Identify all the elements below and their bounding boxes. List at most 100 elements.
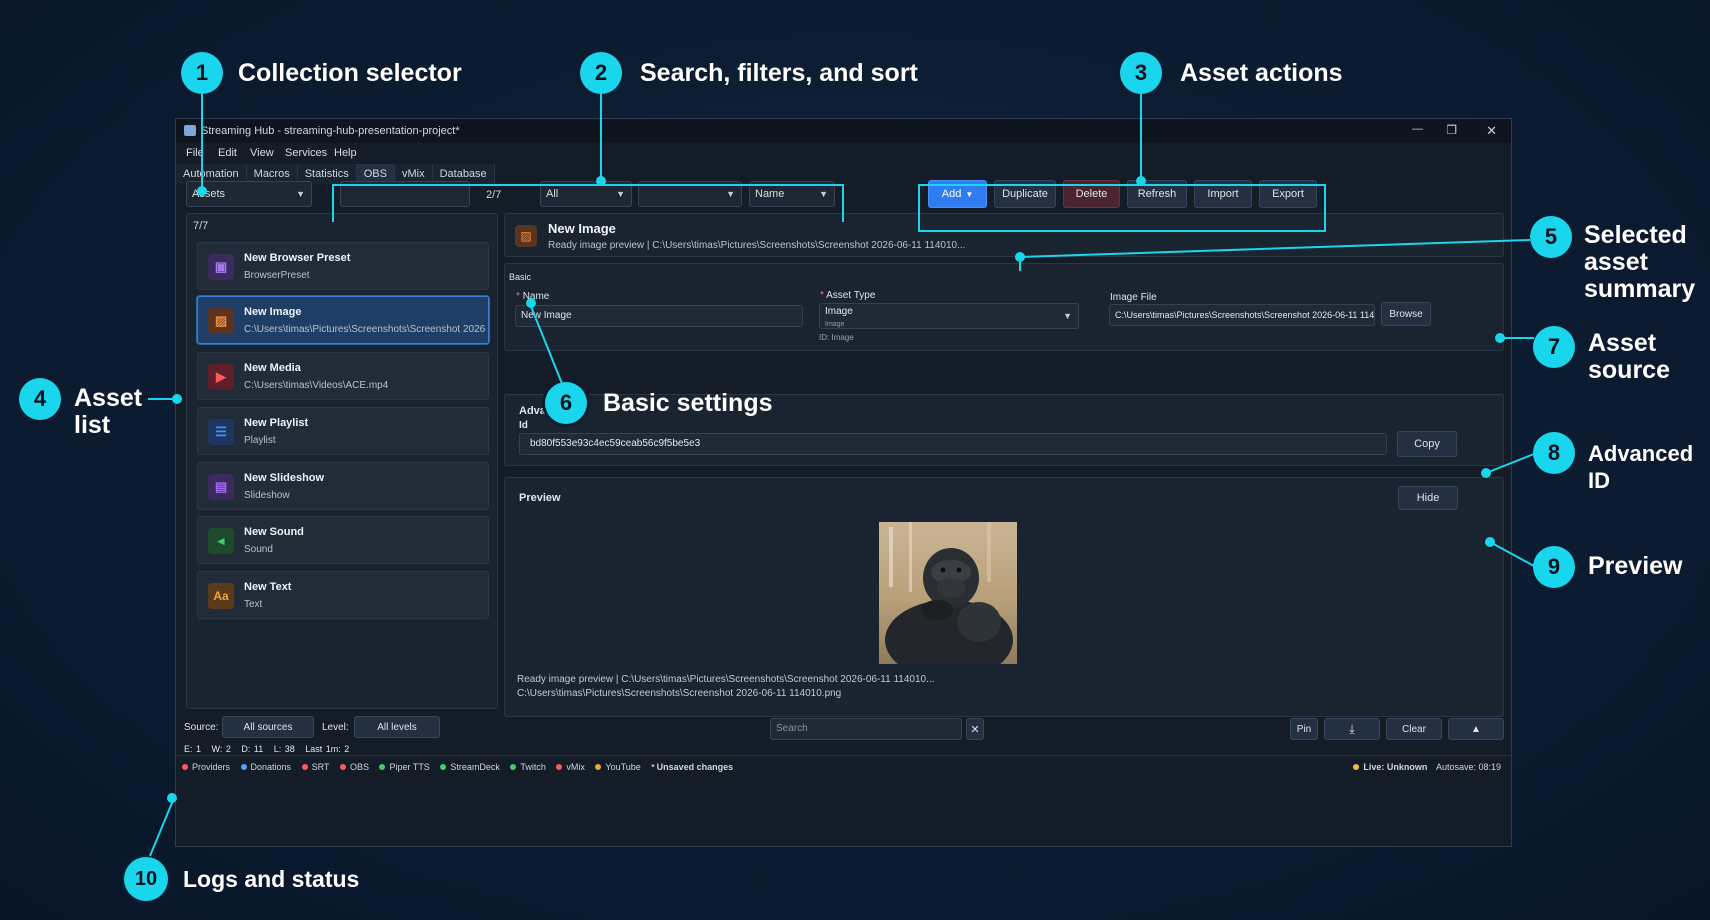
title-bar: Streaming Hub - streaming-hub-presentati… <box>176 119 1511 143</box>
asset-name: New Media <box>244 362 301 374</box>
unsaved-changes-indicator: * Unsaved changes <box>651 762 733 772</box>
status-srt[interactable]: SRT <box>301 762 329 772</box>
preview-section-title: Preview <box>519 492 561 504</box>
asset-sub: C:\Users\timas\Videos\ACE.mp4 <box>244 380 389 391</box>
status-dot-icon <box>379 763 386 770</box>
callout-bracket-2-right <box>842 184 844 222</box>
asset-item-playlist[interactable]: ☰ New Playlist Playlist <box>197 407 489 455</box>
callout-5-line2: asset <box>1584 248 1648 276</box>
status-piper-tts[interactable]: Piper TTS <box>379 762 430 772</box>
callout-badge-3: 3 <box>1120 52 1162 94</box>
status-label: YouTube <box>605 762 641 772</box>
level-label: Level: <box>322 722 349 733</box>
asset-item-media[interactable]: ▶ New Media C:\Users\timas\Videos\ACE.mp… <box>197 352 489 400</box>
image-icon: ▨ <box>515 225 537 247</box>
asset-type-label: * Asset Type <box>820 290 876 301</box>
id-field[interactable]: bd80f553e93c4ec59ceab56c9f5be5e3 <box>519 433 1387 455</box>
callout-badge-4: 4 <box>19 378 61 420</box>
asset-item-slideshow[interactable]: ▤ New Slideshow Slideshow <box>197 462 489 510</box>
callout-badge-8: 8 <box>1533 432 1575 474</box>
callout-badge-10: 10 <box>124 857 168 901</box>
browse-button[interactable]: Browse <box>1381 302 1431 326</box>
callout-5-line1: Selected <box>1584 221 1687 249</box>
callout-line-7 <box>1500 337 1534 339</box>
asset-name: New Text <box>244 581 292 593</box>
collapse-logs-icon[interactable]: ▲ <box>1448 718 1504 740</box>
asset-item-sound[interactable]: ◂ New Sound Sound <box>197 516 489 564</box>
callout-bracket-2-left <box>332 184 334 222</box>
asset-sub: BrowserPreset <box>244 270 310 281</box>
status-streamdeck[interactable]: StreamDeck <box>440 762 500 772</box>
asset-name: New Sound <box>244 526 304 538</box>
callout-title-asset-list: Asset list <box>74 385 142 439</box>
id-label: Id <box>519 420 528 431</box>
asset-sub: Slideshow <box>244 490 290 501</box>
source-filter[interactable]: All sources <box>222 716 314 738</box>
menu-services[interactable]: Services <box>285 147 327 159</box>
callout-badge-7: 7 <box>1533 326 1575 368</box>
callout-line-2 <box>600 94 602 180</box>
status-dot-icon <box>440 763 447 770</box>
asset-name: New Slideshow <box>244 472 325 484</box>
log-counts: E: 1 W: 2 D: 11 L: 38 Last 1m: 2 <box>184 744 350 754</box>
image-icon: ▨ <box>208 308 234 334</box>
window-title: Streaming Hub - streaming-hub-presentati… <box>201 125 460 137</box>
asset-type-select[interactable]: Image Image ▼ <box>819 303 1079 329</box>
status-label: Donations <box>250 762 292 772</box>
asset-item-text[interactable]: Aa New Text Text <box>197 571 489 619</box>
status-providers[interactable]: Providers <box>182 762 230 772</box>
preview-image <box>879 522 1017 664</box>
asset-sub: C:\Users\timas\Pictures\Screenshots\Scre… <box>244 324 486 335</box>
asset-item-browser-preset[interactable]: ▣ New Browser Preset BrowserPreset <box>197 242 489 290</box>
restore-icon[interactable]: ❐ <box>1446 123 1457 137</box>
callout-7-line2: source <box>1588 356 1670 384</box>
callout-bracket-2-top <box>332 184 844 186</box>
minimize-icon[interactable]: — <box>1412 123 1423 135</box>
status-label: Providers <box>192 762 231 772</box>
menu-edit[interactable]: Edit <box>218 147 237 159</box>
download-icon[interactable]: ⤓ <box>1324 718 1380 740</box>
callout-dot-1 <box>197 186 207 196</box>
live-label: Live: Unknown <box>1363 762 1428 772</box>
callout-5-line3: summary <box>1584 275 1696 303</box>
callout-line-1 <box>201 94 203 190</box>
status-donations[interactable]: Donations <box>240 762 292 772</box>
image-file-field[interactable]: C:\Users\timas\Pictures\Screenshots\Scre… <box>1109 304 1375 326</box>
clear-search-icon[interactable]: ✕ <box>966 718 984 740</box>
app-logo-icon <box>184 125 196 136</box>
asset-type-value: Image <box>825 306 853 317</box>
level-filter[interactable]: All levels <box>354 716 440 738</box>
asset-sub: Playlist <box>244 435 276 446</box>
hide-button[interactable]: Hide <box>1398 486 1458 510</box>
callout-title-preview: Preview <box>1588 552 1683 580</box>
callout-dot-8 <box>1481 468 1491 478</box>
status-label: StreamDeck <box>450 762 500 772</box>
summary-title: New Image <box>548 221 616 236</box>
asset-sub: Text <box>244 599 263 610</box>
basic-settings-panel: Basic * Name New Image * Asset Type Imag… <box>504 263 1504 351</box>
callout-7-line1: Asset <box>1588 329 1657 357</box>
menu-view[interactable]: View <box>250 147 274 159</box>
status-vmix[interactable]: vMix <box>556 762 585 772</box>
clear-logs-button[interactable]: Clear <box>1386 718 1442 740</box>
copy-button[interactable]: Copy <box>1397 431 1457 457</box>
sort-select-value: Name <box>755 188 785 200</box>
status-youtube[interactable]: YouTube <box>595 762 641 772</box>
log-search-input[interactable]: Search <box>770 718 962 740</box>
status-obs[interactable]: OBS <box>339 762 369 772</box>
close-icon[interactable]: ✕ <box>1486 123 1497 139</box>
status-twitch[interactable]: Twitch <box>510 762 546 772</box>
status-dot-icon <box>595 763 602 770</box>
autosave-label: Autosave: 08:19 <box>1435 762 1501 772</box>
status-label: Piper TTS <box>389 762 430 772</box>
sound-icon: ◂ <box>208 528 234 554</box>
media-icon: ▶ <box>208 364 234 390</box>
pin-button[interactable]: Pin <box>1290 718 1318 740</box>
asset-item-image[interactable]: ▨ New Image C:\Users\timas\Pictures\Scre… <box>197 296 489 344</box>
preview-panel: Preview Hide Ready image preview | C:\Us… <box>504 477 1504 717</box>
asset-list-panel: 7/7 ▣ New Browser Preset BrowserPreset ▨… <box>186 213 498 709</box>
callout-title-selected-asset-summary: Selected asset summary <box>1584 222 1695 303</box>
callout-dot-9 <box>1485 537 1495 547</box>
callout-badge-1: 1 <box>181 52 223 94</box>
menu-help[interactable]: Help <box>334 147 357 159</box>
